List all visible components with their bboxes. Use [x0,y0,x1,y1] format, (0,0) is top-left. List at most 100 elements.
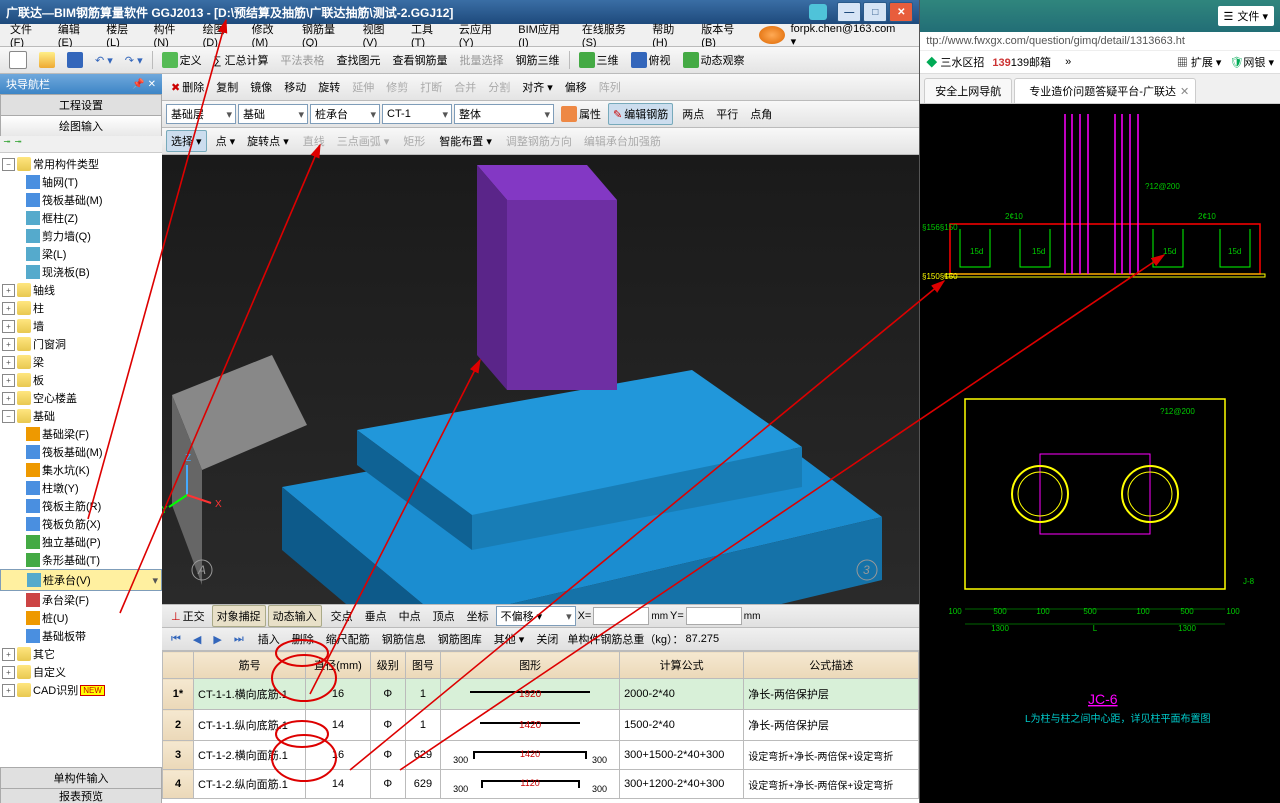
rotpoint-tool[interactable]: 旋转点 ▾ [242,130,294,152]
delrow-button[interactable]: 删除 [287,628,319,650]
col-desc[interactable]: 公式描述 [744,652,919,679]
define-button[interactable]: 定义 [157,49,207,71]
tree-slabband[interactable]: 基础板带 [42,628,86,644]
tree-sump[interactable]: 集水坑(K) [42,462,90,478]
table-row[interactable]: 2CT-1-1.纵向底筋.114Φ1 1420 1500-2*40净长-两倍保护… [163,710,919,741]
user-account[interactable]: forpk.chen@163.com ▾ [785,21,910,50]
col-level[interactable]: 级别 [370,652,405,679]
trim-button[interactable]: 修剪 [381,76,413,98]
snap-mid[interactable]: 中点 [394,605,426,627]
select-tool[interactable]: 选择 ▾ [166,130,207,152]
tree-other[interactable]: 其它 [33,646,55,662]
component-select[interactable]: 桩承台 [310,104,380,124]
flat-table-button[interactable]: 平法表格 [276,49,330,71]
viewport-3d[interactable]: Z Y X A 3 [162,155,919,604]
batch-sel-button[interactable]: 批量选择 [455,49,509,71]
smart-tool[interactable]: 智能布置 ▾ [434,130,497,152]
view-qty-button[interactable]: 查看钢筋量 [388,49,453,71]
join-button[interactable]: 合并 [449,76,481,98]
insert-button[interactable]: 插入 [253,628,285,650]
address-bar[interactable]: ttp://www.fwxgx.com/question/gimq/detail… [920,32,1280,51]
arc-tool[interactable]: 三点画弧 ▾ [332,130,395,152]
nav-tab-project[interactable]: 工程设置 [0,94,162,115]
maximize-button[interactable]: □ [863,2,887,22]
table-row[interactable]: 1*CT-1-1.横向底筋.116Φ1 1920 2000-2*40净长-两倍保… [163,679,919,710]
tree-opening[interactable]: 门窗洞 [33,336,66,352]
offset-button[interactable]: 偏移 [560,76,592,98]
nav-prev[interactable]: ◀ [188,630,206,649]
view-3d-button[interactable]: 三维 [574,49,624,71]
x-input[interactable] [593,607,649,625]
col-dia[interactable]: 直径(mm) [306,652,370,679]
nav-first[interactable]: ⏮ [166,630,186,649]
mirror-button[interactable]: 镜像 [245,76,277,98]
scope-select[interactable]: 整体 [454,104,554,124]
nav-last[interactable]: ⏭ [229,630,249,649]
break-button[interactable]: 打断 [415,76,447,98]
redo-button[interactable]: ↷ ▾ [120,51,148,70]
tree-beam2[interactable]: 梁 [33,354,44,370]
undo-button[interactable]: ↶ ▾ [90,51,118,70]
component-tree[interactable]: −常用构件类型 轴网(T) 筏板基础(M) 框柱(Z) 剪力墙(Q) 梁(L) … [0,153,162,767]
tree-jcraft[interactable]: 筏板基础(M) [42,444,103,460]
table-row[interactable]: 3CT-1-2.横向面筋.116Φ629 3001420300 300+1500… [163,741,919,770]
pin-icon[interactable]: 📌 ✕ [132,79,156,90]
snap-coord[interactable]: 坐标 [462,605,494,627]
browser-files-menu[interactable]: ☰ 文件 ▾ [1218,6,1274,26]
nav-tab-report[interactable]: 报表预览 [0,788,162,803]
tree-pilecap[interactable]: 桩承台(V) [43,572,91,588]
editpt-tool[interactable]: 编辑承台加强筋 [579,130,666,152]
tree-pier[interactable]: 柱墩(Y) [42,480,79,496]
snap-intersect[interactable]: 交点 [326,605,358,627]
copy-button[interactable]: 复制 [211,76,243,98]
col-barid[interactable]: 筋号 [194,652,306,679]
delete-button[interactable]: ✖删除 [166,76,209,98]
tree-raftneg[interactable]: 筏板负筋(X) [42,516,101,532]
bank-menu[interactable]: 🛡网银 ▾ [1229,54,1274,70]
twopoint-button[interactable]: 两点 [677,103,709,125]
split-button[interactable]: 分割 [483,76,515,98]
y-input[interactable] [686,607,742,625]
info-button[interactable]: 钢筋信息 [377,628,431,650]
cad-drawing[interactable]: 15d15d 15d15d 2¢102¢10 ?12@200 §156§150 … [920,104,1280,803]
dyninput-toggle[interactable]: 动态输入 [268,605,322,627]
save-button[interactable] [62,49,88,71]
orange-dot-icon[interactable] [759,26,785,44]
view-orbit-button[interactable]: 动态观察 [678,49,750,71]
tree-custom[interactable]: 自定义 [33,664,66,680]
snap-vertex[interactable]: 顶点 [428,605,460,627]
align-button[interactable]: 对齐 ▾ [517,76,558,98]
tree-del-icon[interactable]: ╼ [13,137,21,148]
rotate-button[interactable]: 旋转 [313,76,345,98]
editbar-button[interactable]: ✎编辑钢筋 [608,103,673,125]
tree-capbeam[interactable]: 承台梁(F) [42,592,89,608]
move-button[interactable]: 移动 [279,76,311,98]
tree-raftmain[interactable]: 筏板主筋(R) [42,498,101,514]
tree-wall2[interactable]: 墙 [33,318,44,334]
nav-tab-draw[interactable]: 绘图输入 [0,115,162,136]
parallel-button[interactable]: 平行 [711,103,743,125]
nav-tab-single[interactable]: 单构件输入 [0,767,162,788]
ptangle-button[interactable]: 点角 [745,103,777,125]
point-tool[interactable]: 点 ▾ [211,130,241,152]
tree-axisline[interactable]: 轴线 [33,282,55,298]
tree-slab2[interactable]: 板 [33,372,44,388]
ext-menu[interactable]: ▦ 扩展 ▾ [1177,54,1222,70]
osnap-toggle[interactable]: 对象捕捉 [212,605,266,627]
snap-perp[interactable]: 垂点 [360,605,392,627]
array-button[interactable]: 阵列 [594,76,626,98]
tree-jcbeam[interactable]: 基础梁(F) [42,426,89,442]
ortho-toggle[interactable]: ⊥正交 [166,605,210,627]
extend-button[interactable]: 延伸 [347,76,379,98]
rebar-grid[interactable]: 筋号 直径(mm) 级别 图号 图形 计算公式 公式描述 1*CT-1-1.横向… [162,651,919,803]
tree-axis[interactable]: 轴网(T) [42,174,78,190]
tree-cad[interactable]: CAD识别 [33,682,78,698]
col-shape[interactable]: 图形 [441,652,620,679]
bookmark-2[interactable]: 139139邮箱 [992,54,1051,70]
bookmark-1[interactable]: ◆ 三水区招 [926,54,984,70]
sum-calc-button[interactable]: ∑ 汇总计算 [209,49,274,71]
tree-hollow[interactable]: 空心楼盖 [33,390,77,406]
tab-safenav[interactable]: 安全上网导航 [924,78,1012,103]
tree-column[interactable]: 柱 [33,300,44,316]
tree-beam[interactable]: 梁(L) [42,246,66,262]
